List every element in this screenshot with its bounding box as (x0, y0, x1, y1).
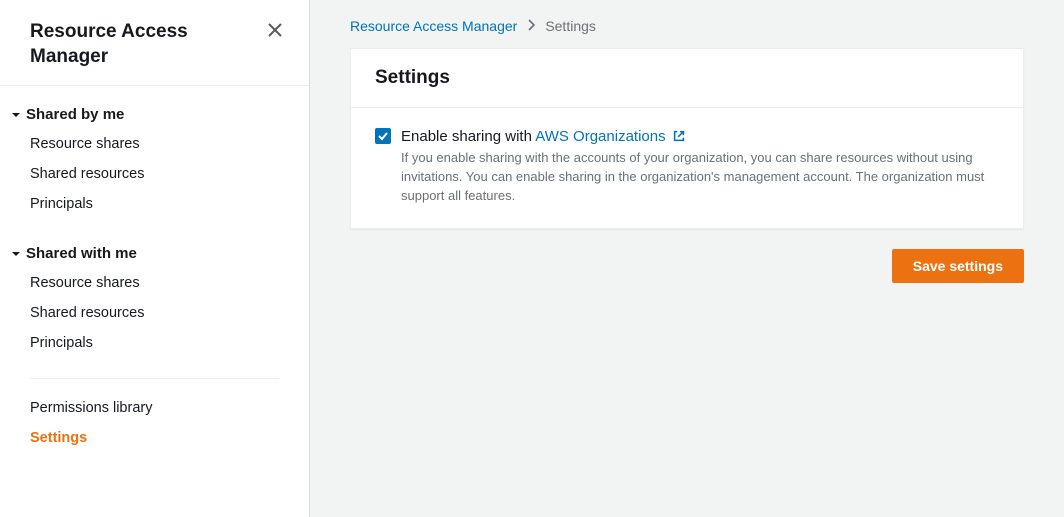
enable-sharing-checkbox[interactable] (375, 128, 391, 144)
chevron-right-icon (527, 18, 535, 34)
sidebar-item-resource-shares[interactable]: Resource shares (0, 129, 309, 159)
nav-section-header-shared-with-me[interactable]: Shared with me (0, 239, 309, 268)
panel-header: Settings (351, 49, 1023, 108)
panel-body: Enable sharing with AWS Organizations If… (351, 108, 1023, 228)
external-link-icon[interactable] (672, 129, 686, 143)
sidebar-item-settings[interactable]: Settings (0, 423, 309, 453)
sidebar-item-resource-shares-with-me[interactable]: Resource shares (0, 268, 309, 298)
main-content: Resource Access Manager Settings Setting… (310, 0, 1064, 517)
settings-panel: Settings Enable sharing with AWS Organiz… (350, 48, 1024, 229)
panel-title: Settings (375, 67, 999, 89)
breadcrumb: Resource Access Manager Settings (350, 18, 1024, 48)
setting-text: Enable sharing with AWS Organizations If… (401, 126, 999, 206)
setting-label-prefix: Enable sharing with (401, 128, 535, 145)
setting-description: If you enable sharing with the accounts … (401, 149, 999, 206)
sidebar-title: Resource Access Manager (30, 20, 265, 69)
save-settings-button[interactable]: Save settings (892, 249, 1024, 283)
close-icon[interactable] (265, 20, 285, 40)
nav-section-shared-by-me: Shared by me Resource shares Shared reso… (0, 86, 309, 225)
sidebar-item-principals-with-me[interactable]: Principals (0, 328, 309, 358)
sidebar-item-permissions-library[interactable]: Permissions library (0, 393, 309, 423)
sidebar-item-shared-resources-with-me[interactable]: Shared resources (0, 298, 309, 328)
nav-section-label: Shared with me (26, 245, 137, 262)
sidebar: Resource Access Manager Shared by me Res… (0, 0, 310, 517)
caret-down-icon (10, 110, 22, 120)
sidebar-item-principals[interactable]: Principals (0, 189, 309, 219)
nav-section-header-shared-by-me[interactable]: Shared by me (0, 100, 309, 129)
aws-organizations-link[interactable]: AWS Organizations (535, 128, 665, 145)
sidebar-item-shared-resources[interactable]: Shared resources (0, 159, 309, 189)
setting-label: Enable sharing with AWS Organizations (401, 126, 999, 147)
nav-section-label: Shared by me (26, 106, 124, 123)
breadcrumb-current: Settings (545, 18, 596, 34)
breadcrumb-root-link[interactable]: Resource Access Manager (350, 18, 517, 34)
sidebar-header: Resource Access Manager (0, 20, 309, 86)
caret-down-icon (10, 249, 22, 259)
actions-row: Save settings (350, 229, 1024, 283)
nav-section-shared-with-me: Shared with me Resource shares Shared re… (0, 225, 309, 364)
nav-divider (30, 378, 279, 379)
